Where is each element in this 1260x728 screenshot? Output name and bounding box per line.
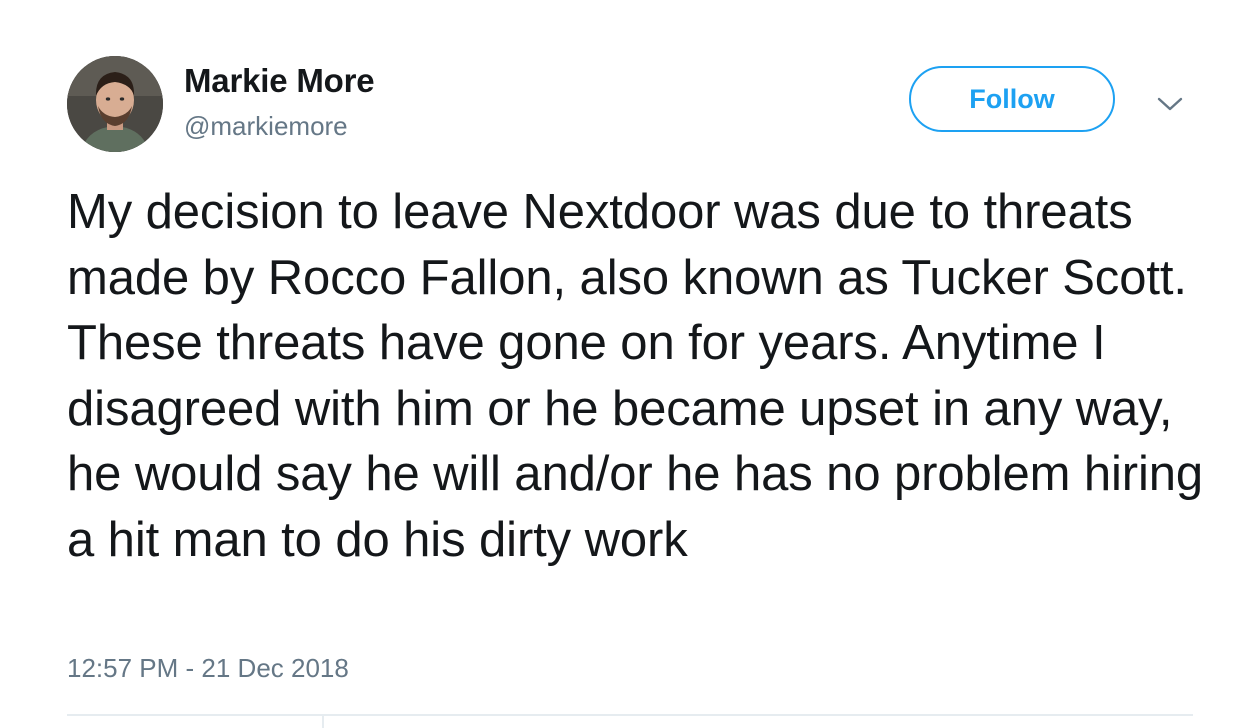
avatar[interactable] [67, 56, 163, 152]
divider [67, 714, 1193, 716]
tweet-card: Markie More @markiemore Follow My decisi… [0, 0, 1260, 728]
author-handle[interactable]: @markiemore [184, 111, 348, 142]
more-options-button[interactable] [1156, 94, 1184, 114]
tweet-timestamp[interactable]: 12:57 PM - 21 Dec 2018 [67, 653, 349, 684]
tweet-text: My decision to leave Nextdoor was due to… [67, 185, 1204, 567]
author-display-name[interactable]: Markie More [184, 62, 375, 100]
follow-button[interactable]: Follow [909, 66, 1115, 132]
user-avatar-icon [67, 56, 163, 152]
chevron-down-icon [1157, 97, 1183, 111]
stats-separator [322, 714, 324, 728]
